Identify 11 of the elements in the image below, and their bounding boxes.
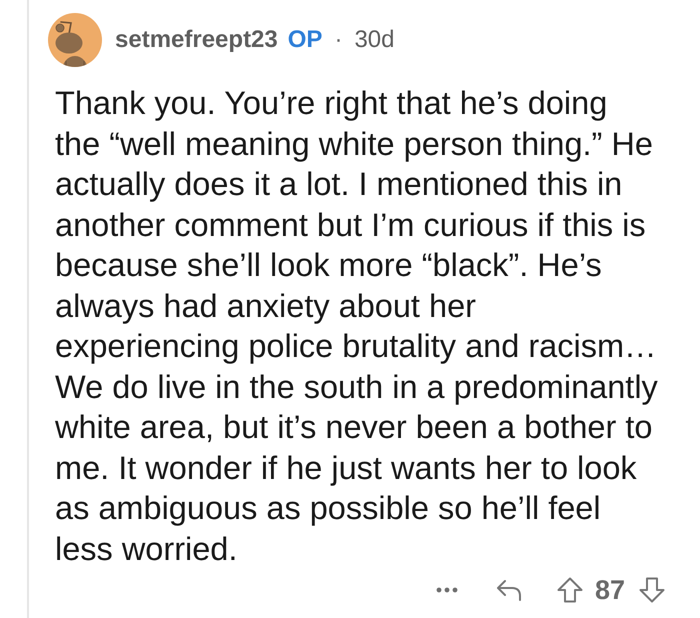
downvote-icon <box>639 577 665 603</box>
avatar-icon <box>48 13 102 67</box>
vote-score: 87 <box>594 574 625 606</box>
separator-dot: · <box>334 25 342 55</box>
reply-icon <box>496 578 522 602</box>
op-label: OP <box>288 25 322 55</box>
comment-text: Thank you. You’re right that he’s doing the “well meaning white person thing.” He actually does it a lot. I mentioned this in another comment but I’m curious if this is because she’ll look more “black”. He’s always had anxiety about her experiencing police brutality and racism… We do live in the south in a predominantly white area, but it’s never been a bother to me. It wonder if he just wants her to look as ambiguous as possible so he’ll feel less worried. <box>55 84 659 568</box>
upvote-icon <box>556 577 583 603</box>
more-icon <box>436 587 458 593</box>
username[interactable]: setmefreept23 <box>115 25 278 55</box>
comment-age: 30d <box>354 25 394 55</box>
